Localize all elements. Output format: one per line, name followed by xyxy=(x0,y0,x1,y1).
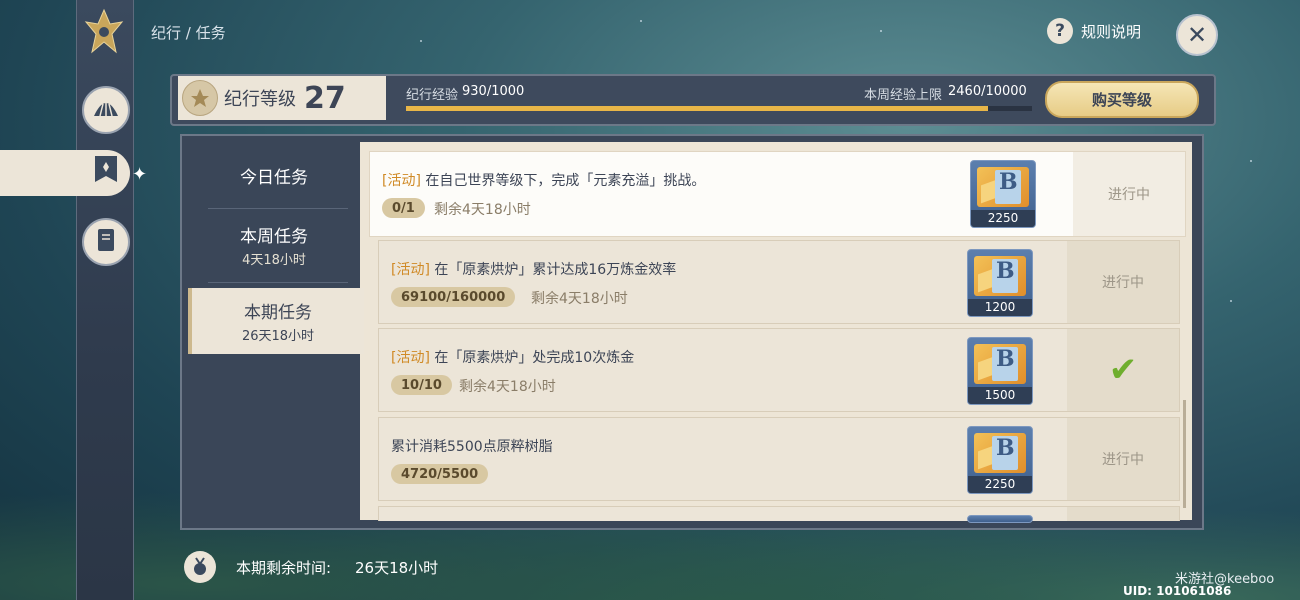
reward-exp-item[interactable]: B 2250 xyxy=(970,160,1036,228)
task-list-scrollbar[interactable] xyxy=(1183,400,1186,508)
task-title-text: 在自己世界等级下，完成「元素充溢」挑战。 xyxy=(425,173,706,189)
task-progress: 69100/160000 xyxy=(391,287,516,307)
reward-exp-item[interactable]: B 1200 xyxy=(967,249,1033,317)
task-title: 累计消耗5500点原粹树脂 xyxy=(391,436,553,456)
task-remaining-time: 剩余4天18小时 xyxy=(459,379,556,395)
tab-divider xyxy=(208,282,348,283)
rail-missions-button[interactable] xyxy=(86,153,126,193)
task-remaining-time: 剩余4天18小时 xyxy=(531,291,628,307)
tab-daily-title: 今日任务 xyxy=(240,167,308,188)
reward-count: 2250 xyxy=(971,210,1035,227)
tab-season-countdown: 26天18小时 xyxy=(241,329,315,344)
star-decoration xyxy=(640,20,642,22)
banner-icon xyxy=(92,154,120,192)
task-status: 进行中 xyxy=(1067,418,1179,500)
level-card: 纪行等级 27 xyxy=(178,76,386,120)
season-remaining-label: 本期剩余时间: xyxy=(236,559,332,577)
task-progress: 0/1 xyxy=(382,198,425,218)
weekly-cap-value: 2460/10000 xyxy=(948,84,1027,99)
task-title: [活动] 在「原素烘炉」处完成10次炼金 xyxy=(391,347,634,367)
rail-overview-button[interactable] xyxy=(82,86,130,134)
task-title-text: 在「原素烘炉」累计达成16万炼金效率 xyxy=(434,262,677,278)
buy-level-button[interactable]: 购买等级 xyxy=(1045,81,1199,118)
task-activity-tag: [活动] xyxy=(391,350,430,366)
battle-pass-emblem-icon xyxy=(84,8,124,56)
tab-weekly-title: 本周任务 xyxy=(240,227,308,247)
tab-season-title: 本期任务 xyxy=(244,303,312,323)
task-row[interactable]: [活动] 在自己世界等级下，完成「元素充溢」挑战。 0/1 剩余4天18小时 B… xyxy=(369,151,1186,237)
rules-help-label: 规则说明 xyxy=(1081,22,1142,41)
level-label: 纪行等级 xyxy=(224,89,296,110)
player-uid: UID: 101061086 xyxy=(1123,584,1232,598)
exp-progress-track xyxy=(406,106,1032,111)
exp-progress-fill xyxy=(406,106,989,111)
checkmark-icon: ✔ xyxy=(1108,350,1138,390)
level-value: 27 xyxy=(304,80,346,116)
rail-shop-button[interactable] xyxy=(82,218,130,266)
star-decoration xyxy=(420,40,422,42)
task-status: ✔ xyxy=(1067,329,1179,411)
task-status: 进行中 xyxy=(1067,241,1179,323)
task-progress: 4720/5500 xyxy=(391,464,489,484)
scroll-icon xyxy=(94,227,118,257)
tab-weekly-countdown: 4天18小时 xyxy=(242,253,306,268)
medal-icon xyxy=(184,551,216,583)
task-row[interactable] xyxy=(378,506,1180,523)
exp-book-icon: B xyxy=(974,433,1026,473)
breadcrumb: 纪行 / 任务 xyxy=(151,24,226,42)
task-title: [活动] 在「原素烘炉」累计达成16万炼金效率 xyxy=(391,259,676,279)
star-decoration xyxy=(1250,160,1252,162)
task-remaining-time: 剩余4天18小时 xyxy=(434,202,531,218)
question-icon: ? xyxy=(1047,18,1073,44)
reward-exp-item[interactable]: B 1500 xyxy=(967,337,1033,405)
task-row[interactable]: [活动] 在「原素烘炉」累计达成16万炼金效率 69100/160000 剩余4… xyxy=(378,240,1180,324)
task-status: 进行中 xyxy=(1073,152,1185,236)
task-title: [活动] 在自己世界等级下，完成「元素充溢」挑战。 xyxy=(382,170,705,190)
tab-daily[interactable]: 今日任务 xyxy=(188,142,360,208)
task-status-label: 进行中 xyxy=(1108,187,1150,203)
tab-divider xyxy=(208,208,348,209)
shell-icon xyxy=(92,96,120,124)
close-icon: ✕ xyxy=(1186,21,1208,49)
exp-book-icon: B xyxy=(974,256,1026,296)
star-decoration xyxy=(1230,300,1232,302)
exp-book-icon: B xyxy=(977,167,1029,207)
task-activity-tag: [活动] xyxy=(391,262,430,278)
reward-count: 1200 xyxy=(968,299,1032,316)
season-remaining-value: 26天18小时 xyxy=(355,559,439,577)
task-title-text: 在「原素烘炉」处完成10次炼金 xyxy=(434,350,635,366)
task-status-label: 进行中 xyxy=(1102,452,1144,468)
task-activity-tag: [活动] xyxy=(382,173,421,189)
reward-exp-item[interactable]: B 2250 xyxy=(967,426,1033,494)
weekly-cap-label: 本周经验上限 xyxy=(864,88,943,103)
reward-count: 1500 xyxy=(968,387,1032,404)
task-row[interactable]: 累计消耗5500点原粹树脂 4720/5500 B 2250 进行中 xyxy=(378,417,1180,501)
task-title-text: 累计消耗5500点原粹树脂 xyxy=(391,439,553,455)
level-emblem-icon xyxy=(182,80,218,116)
reward-exp-item xyxy=(967,515,1033,523)
exp-book-icon: B xyxy=(974,344,1026,384)
exp-label: 纪行经验 xyxy=(406,88,459,103)
star-decoration xyxy=(880,30,882,32)
task-status-label: 进行中 xyxy=(1102,275,1144,291)
reward-count: 2250 xyxy=(968,476,1032,493)
task-row[interactable]: [活动] 在「原素烘炉」处完成10次炼金 10/10 剩余4天18小时 B 15… xyxy=(378,328,1180,412)
sparkle-icon: ✦ xyxy=(132,164,148,185)
task-progress: 10/10 xyxy=(391,375,452,395)
task-status xyxy=(1067,507,1179,521)
tab-weekly[interactable]: 本周任务 4天18小时 xyxy=(188,210,360,280)
exp-value: 930/1000 xyxy=(462,84,525,99)
tab-season[interactable]: 本期任务 26天18小时 xyxy=(188,288,364,354)
rules-help-button[interactable]: ? 规则说明 xyxy=(1047,18,1141,44)
close-button[interactable]: ✕ xyxy=(1176,14,1218,56)
